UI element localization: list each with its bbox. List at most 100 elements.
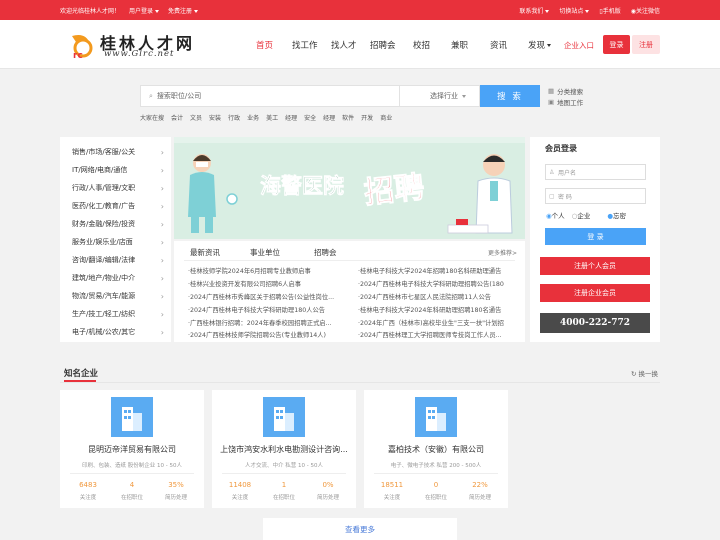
section-title: 知名企业 xyxy=(64,369,99,379)
news-item[interactable]: ·桂林兴业投资开发有限公司招聘6人启事 xyxy=(188,279,355,288)
news-item[interactable]: ·2024广西桂林电子科技大学科研助理招聘公告(180 xyxy=(358,279,525,288)
company-card[interactable]: 嘉柏技术（安徽）有限公司 电子、微电子技术 私营 200 - 500人 1851… xyxy=(364,390,508,508)
logo-url: www.Glrc.net xyxy=(104,49,175,59)
company-card[interactable]: 昆明迈帝洋贸易有限公司 印刷、包装、造纸 股份制企业 10 - 50人 6483… xyxy=(60,390,204,508)
map-search-link[interactable]: ▣ 地图工作 xyxy=(548,97,583,107)
stat-resume-rate: 0% 简历处理 xyxy=(316,481,339,501)
mobile-link[interactable]: ▯手机版 xyxy=(599,6,620,15)
news-item[interactable]: ·2024年广西（桂林市)高校毕业生"三支一扶"计划招 xyxy=(358,318,525,327)
view-more-button[interactable]: 查看更多 xyxy=(263,518,457,540)
news-item[interactable]: ·2024广西桂林技师学院招聘公告(专业教师14人) xyxy=(188,330,355,339)
wechat-link[interactable]: ◉关注微信 xyxy=(631,6,660,15)
forgot-password-link[interactable]: ●忘密 xyxy=(607,210,626,220)
news-item[interactable]: ·桂林技师学院2024年6月招聘专业教师启事 xyxy=(188,266,355,275)
news-item[interactable]: ·广西桂林银行招聘：2024年春季校园招聘正式启... xyxy=(188,318,355,327)
member-login-button[interactable]: 登 录 xyxy=(545,228,646,245)
hotword[interactable]: 安装 xyxy=(209,113,221,122)
nav-news[interactable]: 资讯 xyxy=(490,39,507,51)
user-login-link[interactable]: 用户登录 xyxy=(129,6,160,15)
radio-personal[interactable]: ◉个人 xyxy=(546,210,565,220)
industry-select[interactable]: 选择行业 xyxy=(400,85,480,107)
hotword[interactable]: 软件 xyxy=(342,113,354,122)
news-item[interactable]: ·2024广西桂林电子科技大学科研助理180人公告 xyxy=(188,305,355,314)
hot-search-words: 大家在搜 会计 文员 安装 行政 业务 美工 经理 安全 经理 软件 开发 商业 xyxy=(140,113,392,122)
category-item[interactable]: 电子/机械/公农/其它 › xyxy=(72,323,164,341)
hotword[interactable]: 经理 xyxy=(323,113,335,122)
top-bar: 欢迎光临桂林人才网！ 用户登录 免费注册 联系我们 切换站点 ▯手机版 ◉关注微… xyxy=(0,0,720,20)
hotword[interactable]: 开发 xyxy=(361,113,373,122)
register-enterprise-button[interactable]: 注册企业会员 xyxy=(540,284,650,302)
hotword[interactable]: 文员 xyxy=(190,113,202,122)
news-item[interactable]: ·2024广西桂林市秀峰区关于招聘公告(公益性岗位... xyxy=(188,292,355,301)
nav-find-job[interactable]: 找工作 xyxy=(292,39,318,51)
banner-title-text: 海警医院 xyxy=(260,174,344,198)
password-field[interactable]: ▢ 密 码 xyxy=(545,188,646,204)
enterprise-entry-link[interactable]: 企业入口 xyxy=(564,40,594,51)
username-field[interactable]: ♙ 用户名 xyxy=(545,164,646,180)
site-logo[interactable]: rc 桂林人才网 www.Glrc.net xyxy=(68,28,198,62)
news-item[interactable]: ·桂林电子科技大学2024年招聘180名科研助理通告 xyxy=(358,266,525,275)
hotword[interactable]: 经理 xyxy=(285,113,297,122)
category-item[interactable]: 财务/金融/保险/投资 › xyxy=(72,215,164,233)
switch-site-link[interactable]: 切换站点 xyxy=(559,6,590,15)
login-button[interactable]: 登录 xyxy=(603,35,630,54)
free-register-link[interactable]: 免费注册 xyxy=(168,6,199,15)
nav-home[interactable]: 首页 xyxy=(256,39,273,51)
nav-job-fair[interactable]: 招聘会 xyxy=(370,39,396,51)
category-item[interactable]: 医药/化工/教育/广告 › xyxy=(72,197,164,215)
divider xyxy=(184,260,515,261)
category-item[interactable]: 销售/市场/客服/公关 › xyxy=(72,143,164,161)
hotword[interactable]: 商业 xyxy=(380,113,392,122)
hotword[interactable]: 安全 xyxy=(304,113,316,122)
category-search-link[interactable]: ▦ 分类搜索 xyxy=(548,86,583,96)
hotword-label: 大家在搜 xyxy=(140,115,165,122)
contact-us-link[interactable]: 联系我们 xyxy=(519,6,550,15)
chevron-down-icon xyxy=(545,9,550,13)
hotword[interactable]: 美工 xyxy=(266,113,278,122)
company-name: 昆明迈帝洋贸易有限公司 xyxy=(88,445,176,454)
category-item[interactable]: 建筑/地产/物业/中介 › xyxy=(72,269,164,287)
hotword[interactable]: 行政 xyxy=(228,113,240,122)
tab-job-fairs[interactable]: 招聘会 xyxy=(314,247,337,258)
nav-campus[interactable]: 校招 xyxy=(413,39,430,51)
chevron-right-icon: › xyxy=(160,309,164,319)
tab-public-institutions[interactable]: 事业单位 xyxy=(250,247,280,258)
nav-part-time[interactable]: 兼职 xyxy=(451,39,468,51)
category-item[interactable]: 咨询/翻译/编辑/法律 › xyxy=(72,251,164,269)
swap-button[interactable]: ↻ 换一换 xyxy=(631,368,658,378)
category-item[interactable]: 行政/人事/管理/文职 › xyxy=(72,179,164,197)
hotline-phone: 4000-222-772 xyxy=(540,313,650,333)
search-button[interactable]: 搜 索 xyxy=(480,85,540,107)
search-icon: ⌕ xyxy=(149,91,153,100)
news-item[interactable]: ·2024广西桂林市七星区人民法院招聘11人公告 xyxy=(358,292,525,301)
site-header: rc 桂林人才网 www.Glrc.net 首页 找工作 找人才 招聘会 校招 … xyxy=(0,20,720,69)
news-more-link[interactable]: 更多推荐> xyxy=(488,248,517,257)
search-input[interactable]: ⌕ 搜索职位/公司 xyxy=(140,85,400,107)
hotword[interactable]: 会计 xyxy=(171,113,183,122)
stat-open-jobs: 4 在招职位 xyxy=(120,481,143,501)
category-item[interactable]: 物流/贸易/汽车/能源 › xyxy=(72,287,164,305)
nav-find-talent[interactable]: 找人才 xyxy=(331,39,357,51)
hotword[interactable]: 业务 xyxy=(247,113,259,122)
category-menu: 销售/市场/客服/公关 › IT/网络/电商/通信 › 行政/人事/管理/文职 › 医… xyxy=(60,137,171,342)
divider xyxy=(60,382,660,383)
register-personal-button[interactable]: 注册个人会员 xyxy=(540,257,650,275)
stat-open-jobs: 0 在招职位 xyxy=(424,481,447,501)
category-item[interactable]: 生产/技工/轻工/纺织 › xyxy=(72,305,164,323)
chevron-down-icon xyxy=(462,94,466,98)
tab-latest-news[interactable]: 最新资讯 xyxy=(190,247,220,258)
category-item[interactable]: IT/网络/电商/通信 › xyxy=(72,161,164,179)
chevron-down-icon xyxy=(547,44,552,47)
radio-enterprise[interactable]: ○企业 xyxy=(572,210,591,220)
search-placeholder: 搜索职位/公司 xyxy=(156,92,202,100)
company-card[interactable]: 上饶市鸿安水利水电勘测设计咨询... 人才交流、中介 私营 10 - 50人 1… xyxy=(212,390,356,508)
news-item[interactable]: ·桂林电子科技大学2024年科研助理招聘180名通告 xyxy=(358,305,525,314)
register-button[interactable]: 注册 xyxy=(632,35,660,54)
chevron-right-icon: › xyxy=(160,201,164,211)
list-icon: ▦ xyxy=(548,87,555,95)
hero-banner[interactable]: 海警医院 招聘 xyxy=(174,137,525,239)
news-item[interactable]: ·2024广西桂林理工大学招聘医师专技岗工作人员... xyxy=(358,330,525,339)
nav-discover[interactable]: 发现 xyxy=(528,39,552,51)
chevron-right-icon: › xyxy=(160,327,164,337)
category-item[interactable]: 服务业/娱乐业/店面 › xyxy=(72,233,164,251)
